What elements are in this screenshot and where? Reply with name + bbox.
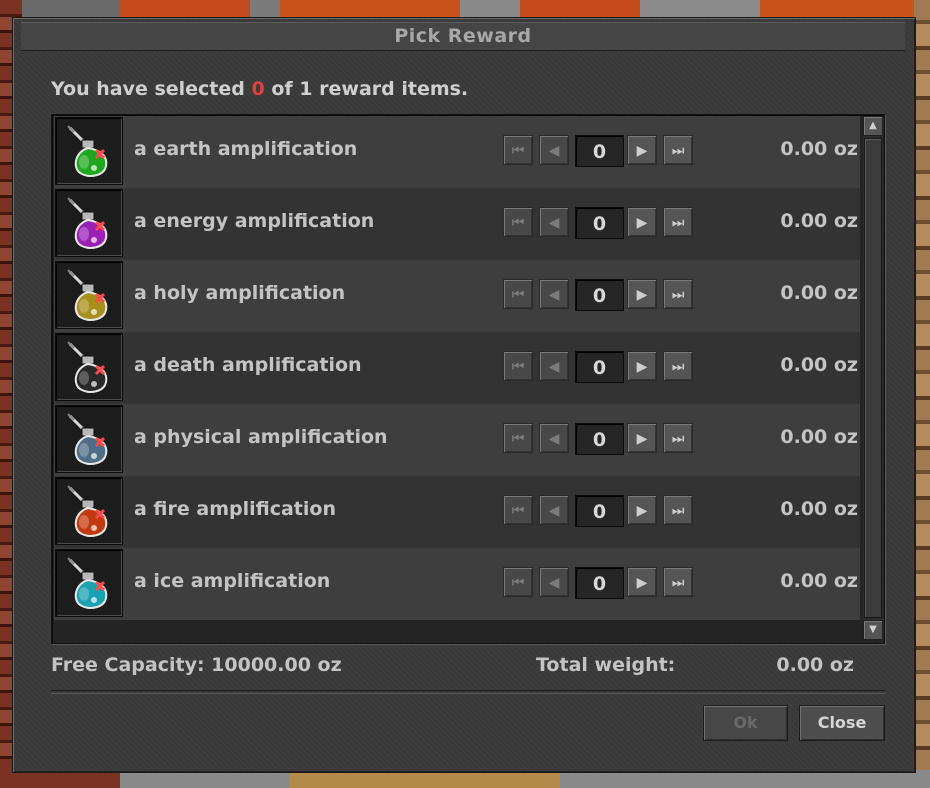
item-name: a physical amplification: [134, 426, 388, 448]
scroll-up-button[interactable]: ▲: [863, 116, 883, 136]
max-quantity-button[interactable]: ⏭: [663, 135, 693, 165]
reward-row[interactable]: a physical amplification ⏮ ◀ ▶ ⏭ 0 0.00 oz: [54, 404, 860, 476]
window-title[interactable]: Pick Reward: [21, 22, 905, 51]
quantity-input[interactable]: 0: [575, 495, 624, 527]
ice-amplification-icon: [67, 557, 108, 609]
increase-quantity-button[interactable]: ▶: [627, 279, 657, 309]
min-quantity-button[interactable]: ⏮: [503, 207, 533, 237]
item-slot: [55, 189, 123, 257]
background-wall-right: [914, 0, 930, 788]
increase-quantity-button[interactable]: ▶: [627, 135, 657, 165]
item-slot: [55, 117, 123, 185]
item-name: a earth amplification: [134, 138, 358, 160]
item-weight: 0.00 oz: [780, 570, 858, 592]
selection-suffix: of 1 reward items.: [271, 78, 469, 100]
quantity-input[interactable]: 0: [575, 567, 624, 599]
selection-count: 0: [251, 78, 265, 100]
item-slot: [55, 261, 123, 329]
increase-quantity-button[interactable]: ▶: [627, 423, 657, 453]
reward-row[interactable]: a death amplification ⏮ ◀ ▶ ⏭ 0 0.00 oz: [54, 332, 860, 404]
max-quantity-button[interactable]: ⏭: [663, 495, 693, 525]
item-weight: 0.00 oz: [780, 210, 858, 232]
item-slot: [55, 333, 123, 401]
min-quantity-button[interactable]: ⏮: [503, 495, 533, 525]
item-name: a energy amplification: [134, 210, 375, 232]
item-weight: 0.00 oz: [780, 282, 858, 304]
earth-amplification-icon: [67, 125, 108, 177]
item-slot: [55, 477, 123, 545]
item-weight: 0.00 oz: [780, 354, 858, 376]
quantity-input[interactable]: 0: [575, 423, 624, 455]
footer-divider: [51, 690, 885, 694]
item-slot: [55, 549, 123, 617]
increase-quantity-button[interactable]: ▶: [627, 567, 657, 597]
item-slot: [55, 405, 123, 473]
min-quantity-button[interactable]: ⏮: [503, 351, 533, 381]
scroll-thumb[interactable]: [864, 138, 882, 618]
quantity-input[interactable]: 0: [575, 279, 624, 311]
holy-amplification-icon: [67, 269, 108, 321]
item-name: a fire amplification: [134, 498, 336, 520]
scroll-down-button[interactable]: ▼: [863, 620, 883, 640]
fire-amplification-icon: [67, 485, 108, 537]
ok-button[interactable]: Ok: [703, 705, 788, 741]
decrease-quantity-button[interactable]: ◀: [539, 279, 569, 309]
quantity-input[interactable]: 0: [575, 135, 624, 167]
max-quantity-button[interactable]: ⏭: [663, 423, 693, 453]
decrease-quantity-button[interactable]: ◀: [539, 351, 569, 381]
reward-row[interactable]: a energy amplification ⏮ ◀ ▶ ⏭ 0 0.00 oz: [54, 188, 860, 260]
item-weight: 0.00 oz: [780, 426, 858, 448]
min-quantity-button[interactable]: ⏮: [503, 279, 533, 309]
pick-reward-window: Pick Reward You have selected 0 of 1 rew…: [12, 17, 916, 773]
decrease-quantity-button[interactable]: ◀: [539, 207, 569, 237]
item-name: a holy amplification: [134, 282, 346, 304]
scrollbar[interactable]: ▲ ▼: [863, 116, 883, 640]
quantity-input[interactable]: 0: [575, 351, 624, 383]
quantity-input[interactable]: 0: [575, 207, 624, 239]
death-amplification-icon: [67, 341, 108, 393]
min-quantity-button[interactable]: ⏮: [503, 423, 533, 453]
close-button[interactable]: Close: [799, 705, 885, 741]
reward-row[interactable]: a holy amplification ⏮ ◀ ▶ ⏭ 0 0.00 oz: [54, 260, 860, 332]
decrease-quantity-button[interactable]: ◀: [539, 423, 569, 453]
min-quantity-button[interactable]: ⏮: [503, 135, 533, 165]
decrease-quantity-button[interactable]: ◀: [539, 495, 569, 525]
item-name: a ice amplification: [134, 570, 331, 592]
total-weight-label: Total weight:: [536, 654, 676, 676]
reward-row[interactable]: a fire amplification ⏮ ◀ ▶ ⏭ 0 0.00 oz: [54, 476, 860, 548]
max-quantity-button[interactable]: ⏭: [663, 567, 693, 597]
decrease-quantity-button[interactable]: ◀: [539, 567, 569, 597]
max-quantity-button[interactable]: ⏭: [663, 207, 693, 237]
max-quantity-button[interactable]: ⏭: [663, 279, 693, 309]
increase-quantity-button[interactable]: ▶: [627, 207, 657, 237]
energy-amplification-icon: [67, 197, 108, 249]
selection-prefix: You have selected: [51, 78, 245, 100]
max-quantity-button[interactable]: ⏭: [663, 351, 693, 381]
reward-row[interactable]: a earth amplification ⏮ ◀ ▶ ⏭ 0 0.00 oz: [54, 116, 860, 188]
item-name: a death amplification: [134, 354, 362, 376]
total-weight-value: 0.00 oz: [776, 654, 854, 676]
free-capacity: Free Capacity: 10000.00 oz: [51, 654, 342, 676]
decrease-quantity-button[interactable]: ◀: [539, 135, 569, 165]
physical-amplification-icon: [67, 413, 108, 465]
increase-quantity-button[interactable]: ▶: [627, 495, 657, 525]
increase-quantity-button[interactable]: ▶: [627, 351, 657, 381]
item-weight: 0.00 oz: [780, 498, 858, 520]
reward-row[interactable]: a ice amplification ⏮ ◀ ▶ ⏭ 0 0.00 oz: [54, 548, 860, 620]
reward-list: a earth amplification ⏮ ◀ ▶ ⏭ 0 0.00 oz a energ…: [51, 114, 885, 644]
item-weight: 0.00 oz: [780, 138, 858, 160]
selection-summary: You have selected 0 of 1 reward items.: [51, 78, 468, 100]
min-quantity-button[interactable]: ⏮: [503, 567, 533, 597]
